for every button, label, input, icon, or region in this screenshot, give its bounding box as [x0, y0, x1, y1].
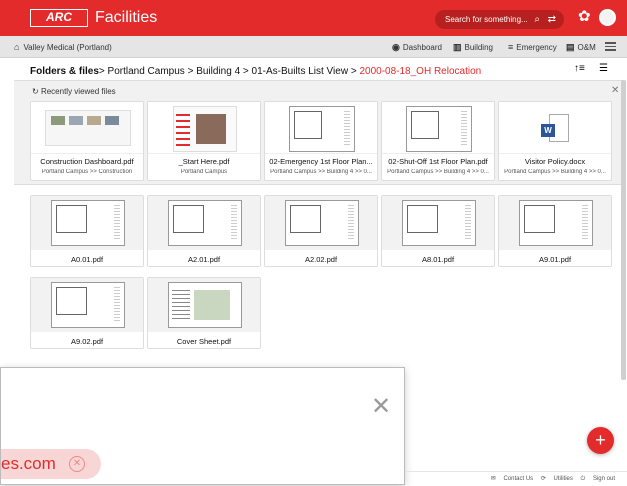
arc-logo[interactable]: ARC	[30, 9, 88, 27]
history-icon: ↻	[32, 87, 41, 96]
nav-dashboard-label: Dashboard	[402, 43, 442, 52]
file-name: A0.01.pdf	[70, 255, 104, 264]
building-icon: ⌂	[14, 42, 20, 52]
file-name: 02-Shut-Off 1st Floor Plan.pdf	[388, 157, 488, 166]
file-name: Cover Sheet.pdf	[176, 337, 232, 346]
close-icon[interactable]: ✕	[611, 85, 619, 96]
sort-icon[interactable]: ↑≡	[574, 63, 585, 74]
recently-viewed-panel: ↻ Recently viewed files ✕ Construction D…	[14, 80, 625, 185]
nav-om-label: O&M	[577, 43, 596, 52]
file-path: Portland Campus >> Construction	[41, 169, 133, 175]
contact-us-link[interactable]: ✉ Contact Us	[491, 476, 533, 482]
file-card[interactable]: A2.02.pdf	[264, 195, 378, 267]
file-thumbnail	[382, 102, 494, 154]
breadcrumb: Folders & files> Portland Campus > Build…	[30, 66, 482, 77]
breadcrumb-item[interactable]: Building 4	[196, 66, 240, 77]
utilities-link[interactable]: ⟳ Utilities	[541, 476, 573, 482]
hamburger-menu-icon[interactable]	[605, 40, 616, 51]
file-card[interactable]: A9.01.pdf	[498, 195, 612, 267]
dashboard-icon: ◉	[392, 42, 400, 52]
brand-name: Facilities	[95, 9, 158, 26]
file-thumbnail	[148, 102, 260, 154]
file-card[interactable]: A9.02.pdf	[30, 277, 144, 349]
sub-nav: ⌂ Valley Medical (Portland) ◉ Dashboard ▥ B…	[0, 36, 627, 58]
building-nav-icon: ▥	[453, 42, 462, 52]
email-chip: es.com ✕	[1, 449, 101, 479]
nav-emergency[interactable]: ≡ Emergency	[508, 42, 557, 52]
sign-out-link[interactable]: ⏻ Sign out	[581, 476, 615, 482]
recent-file-card[interactable]: _Start Here.pdf Portland Campus	[147, 101, 261, 181]
gear-icon[interactable]: ✿	[578, 8, 591, 26]
word-doc-icon: W	[541, 124, 555, 137]
file-card[interactable]: A2.01.pdf	[147, 195, 261, 267]
breadcrumb-item[interactable]: 01-As-Builts List View	[252, 66, 349, 77]
avatar[interactable]	[599, 9, 616, 26]
file-thumbnail	[31, 278, 143, 332]
scrollbar[interactable]	[621, 80, 626, 380]
file-thumbnail	[382, 196, 494, 250]
file-thumbnail	[265, 196, 377, 250]
nav-emergency-label: Emergency	[516, 43, 557, 52]
search-placeholder: Search for something...	[445, 15, 528, 24]
file-name: A9.02.pdf	[70, 337, 104, 346]
facility-selector[interactable]: ⌂ Valley Medical (Portland)	[14, 42, 112, 52]
file-name: 02-Emergency 1st Floor Plan...	[269, 157, 373, 166]
om-icon: ▤	[566, 42, 575, 52]
list-view-icon[interactable]: ☰	[599, 63, 608, 74]
breadcrumb-item[interactable]: Portland Campus	[108, 66, 185, 77]
add-button[interactable]: +	[587, 427, 614, 454]
email-chip-text: es.com	[1, 454, 56, 473]
recently-viewed-title: ↻ Recently viewed files	[32, 87, 116, 96]
file-thumbnail: W	[499, 102, 611, 154]
search-input[interactable]: Search for something... ⌕ ⇄	[435, 10, 564, 29]
file-thumbnail	[31, 102, 143, 154]
file-thumbnail	[148, 278, 260, 332]
search-icon[interactable]: ⌕	[534, 10, 540, 29]
nav-om[interactable]: ▤ O&M	[566, 42, 596, 53]
breadcrumb-current: 2000-08-18_OH Relocation	[359, 66, 482, 77]
recent-file-card[interactable]: W Visitor Policy.docx Portland Campus >>…	[498, 101, 612, 181]
file-path: Portland Campus >> Building 4 >> 0...	[387, 169, 489, 175]
file-card[interactable]: A0.01.pdf	[30, 195, 144, 267]
file-name: Construction Dashboard.pdf	[40, 157, 134, 166]
file-name: A8.01.pdf	[421, 255, 455, 264]
file-name: A2.01.pdf	[187, 255, 221, 264]
emergency-icon: ≡	[508, 42, 514, 52]
recent-file-card[interactable]: 02-Shut-Off 1st Floor Plan.pdf Portland …	[381, 101, 495, 181]
file-thumbnail	[148, 196, 260, 250]
facility-name: Valley Medical (Portland)	[23, 43, 112, 52]
nav-building-label: Building	[464, 43, 493, 52]
filter-icon[interactable]: ⇄	[548, 10, 556, 29]
nav-dashboard[interactable]: ◉ Dashboard	[392, 42, 442, 53]
breadcrumb-root[interactable]: Folders & files	[30, 66, 99, 77]
file-name: A2.02.pdf	[304, 255, 338, 264]
file-thumbnail	[265, 102, 377, 154]
overlay-dialog: ✕ es.com ✕	[0, 367, 405, 485]
close-icon[interactable]: ✕	[371, 392, 391, 421]
file-card[interactable]: Cover Sheet.pdf	[147, 277, 261, 349]
file-path: Portland Campus >> Building 4 >> 0...	[504, 169, 606, 175]
nav-building[interactable]: ▥ Building	[453, 42, 493, 53]
recent-file-card[interactable]: Construction Dashboard.pdf Portland Camp…	[30, 101, 144, 181]
file-path: Portland Campus >> Building 4 >> 0...	[270, 169, 372, 175]
file-thumbnail	[499, 196, 611, 250]
recent-file-card[interactable]: 02-Emergency 1st Floor Plan... Portland …	[264, 101, 378, 181]
top-bar: ARC Facilities Search for something... ⌕…	[0, 0, 627, 36]
footer: ✉ Contact Us ⟳ Utilities ⏻ Sign out	[405, 471, 627, 485]
file-name: Visitor Policy.docx	[524, 157, 586, 166]
remove-chip-icon[interactable]: ✕	[69, 456, 85, 472]
file-card[interactable]: A8.01.pdf	[381, 195, 495, 267]
file-name: _Start Here.pdf	[178, 157, 230, 166]
file-thumbnail	[31, 196, 143, 250]
file-name: A9.01.pdf	[538, 255, 572, 264]
file-path: Portland Campus	[180, 169, 228, 175]
